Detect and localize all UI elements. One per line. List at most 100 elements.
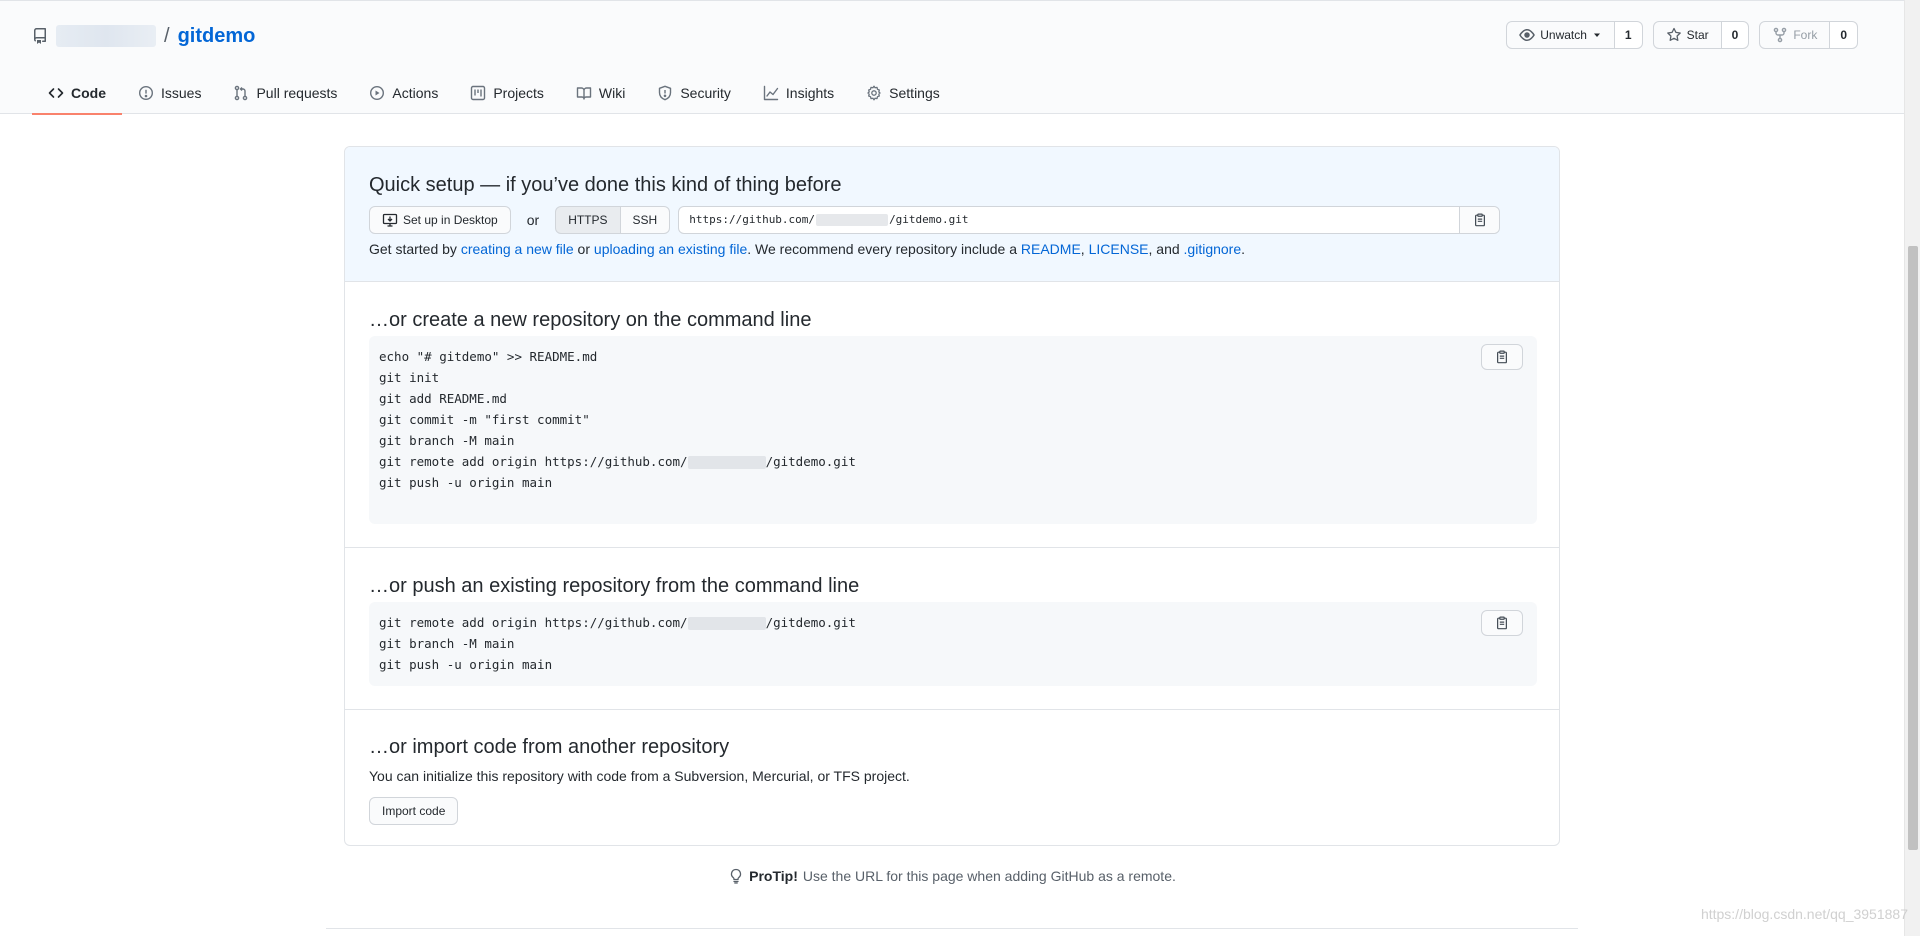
tab-insights[interactable]: Insights — [747, 73, 850, 115]
tab-actions[interactable]: Actions — [353, 73, 454, 115]
watermark: https://blog.csdn.net/qq_3951887 — [1700, 906, 1908, 922]
tab-label: Pull requests — [256, 85, 338, 101]
tab-code[interactable]: Code — [32, 73, 122, 115]
clone-url-suffix: /gitdemo.git — [889, 213, 969, 226]
eye-icon — [1519, 29, 1536, 41]
code-line: git remote add origin https://github.com… — [379, 451, 1527, 472]
watch-button-group: Unwatch 1 — [1506, 21, 1643, 49]
clipboard-icon — [1497, 350, 1507, 364]
code-line: git push -u origin main — [379, 657, 553, 672]
unwatch-button[interactable]: Unwatch — [1506, 21, 1615, 49]
tab-label: Settings — [889, 85, 940, 101]
repo-header: / gitdemo Unwatch 1 Star 0 Fork 0 Code I… — [0, 0, 1904, 115]
import-repo-title: …or import code from another repository — [369, 736, 730, 758]
scrollbar-thumb[interactable] — [1908, 246, 1918, 850]
star-button-group: Star 0 — [1652, 21, 1750, 49]
uploading-an-existing-file-link[interactable]: uploading an existing file — [594, 241, 747, 257]
unwatch-label: Unwatch — [1540, 28, 1587, 42]
gear-icon — [867, 85, 881, 101]
pull-request-icon — [235, 85, 248, 101]
code-owner-redacted — [687, 617, 766, 630]
tab-pull-requests[interactable]: Pull requests — [217, 73, 353, 115]
set-up-in-desktop-button[interactable]: Set up in Desktop — [369, 205, 511, 234]
tab-wiki[interactable]: Wiki — [560, 73, 641, 115]
tab-security[interactable]: Security — [641, 73, 747, 115]
code-line: git commit -m "first commit" — [379, 412, 590, 427]
code-line: git add README.md — [379, 391, 507, 406]
empty-repo-setup-box: Quick setup — if you’ve done this kind o… — [344, 146, 1560, 846]
code-owner-redacted — [687, 456, 766, 469]
clone-url-box: https://github.com/ /gitdemo.git — [678, 205, 1501, 234]
code-line-suffix: /gitdemo.git — [765, 615, 856, 630]
fork-button[interactable]: Fork — [1759, 21, 1831, 49]
protip-text: Use the URL for this page when adding Gi… — [802, 868, 1176, 884]
desktop-download-icon — [382, 213, 398, 227]
light-bulb-icon — [731, 868, 742, 884]
import-repo-section: …or import code from another repository … — [345, 710, 1559, 845]
code-line: git branch -M main — [379, 636, 515, 651]
push-repo-title: …or push an existing repository from the… — [369, 575, 860, 597]
repo-path-separator: / — [164, 24, 170, 47]
copy-url-button[interactable] — [1459, 206, 1500, 233]
watchers-count[interactable]: 1 — [1614, 21, 1643, 49]
owner-name-redacted[interactable] — [56, 25, 156, 47]
page-scrollbar[interactable] — [1904, 0, 1920, 936]
tab-label: Security — [680, 85, 731, 101]
stargazers-count[interactable]: 0 — [1721, 21, 1750, 49]
code-line-prefix: git remote add origin https://github.com… — [379, 615, 688, 630]
creating-a-new-file-link[interactable]: creating a new file — [461, 241, 574, 257]
tab-label: Actions — [392, 85, 439, 101]
footer-divider — [326, 928, 1578, 929]
set-up-in-desktop-label: Set up in Desktop — [403, 212, 498, 227]
code-line-suffix: /gitdemo.git — [765, 454, 856, 469]
forks-count[interactable]: 0 — [1830, 21, 1858, 49]
code-line: git branch -M main — [379, 433, 515, 448]
fork-button-group: Fork 0 — [1759, 21, 1858, 49]
import-code-button[interactable]: Import code — [369, 797, 459, 825]
play-icon — [370, 85, 385, 101]
quick-setup-section: Quick setup — if you’ve done this kind o… — [345, 147, 1559, 282]
repo-title: / gitdemo — [32, 21, 255, 51]
get-started-text-part: , — [1080, 241, 1089, 257]
tab-label: Insights — [785, 85, 835, 101]
create-repo-title: …or create a new repository on the comma… — [369, 309, 812, 331]
ssh-toggle[interactable]: SSH — [620, 205, 671, 234]
tab-issues[interactable]: Issues — [122, 73, 217, 115]
clone-url-owner-redacted — [816, 213, 889, 226]
tab-projects[interactable]: Projects — [454, 73, 560, 115]
book-icon — [576, 87, 592, 100]
issue-icon — [138, 85, 154, 101]
repo-actions: Unwatch 1 Star 0 Fork 0 — [1506, 21, 1858, 49]
clone-row: Set up in Desktop or HTTPS SSH https://g… — [369, 205, 1501, 234]
protip-label: ProTip! — [749, 868, 798, 884]
code-icon — [48, 88, 64, 98]
repo-name-link[interactable]: gitdemo — [178, 25, 256, 48]
graph-icon — [763, 85, 779, 101]
readme-link[interactable]: README — [1021, 241, 1081, 257]
copy-push-commands-button[interactable] — [1481, 610, 1523, 636]
fork-label: Fork — [1793, 28, 1818, 42]
tab-settings[interactable]: Settings — [850, 73, 956, 115]
https-toggle[interactable]: HTTPS — [555, 205, 621, 234]
push-repo-code-block: git remote add origin https://github.com… — [369, 602, 1537, 686]
get-started-text: Get started by creating a new file or up… — [369, 241, 1245, 257]
repo-tabs: Code Issues Pull requests Actions Projec… — [32, 73, 956, 115]
gitignore-link[interactable]: .gitignore — [1184, 241, 1242, 257]
code-line: git push -u origin main — [379, 475, 553, 490]
copy-create-commands-button[interactable] — [1481, 344, 1523, 370]
get-started-text-part: or — [573, 241, 594, 257]
protip: ProTip! Use the URL for this page when a… — [0, 868, 1904, 884]
license-link[interactable]: LICENSE — [1089, 241, 1149, 257]
get-started-text-part: . We recommend every repository include … — [747, 241, 1021, 257]
tab-label: Code — [71, 85, 106, 101]
clone-url-input[interactable]: https://github.com/ /gitdemo.git — [679, 207, 1459, 233]
caret-down-icon — [1593, 33, 1600, 37]
repo-icon — [33, 28, 46, 44]
shield-icon — [659, 85, 672, 101]
star-button[interactable]: Star — [1652, 21, 1722, 49]
create-repo-code-block: echo "# gitdemo" >> README.md git init g… — [369, 336, 1537, 524]
tab-label: Issues — [161, 85, 202, 101]
tab-label: Projects — [493, 85, 544, 101]
fork-icon — [1774, 27, 1787, 43]
clone-url-prefix: https://github.com/ — [689, 213, 816, 226]
